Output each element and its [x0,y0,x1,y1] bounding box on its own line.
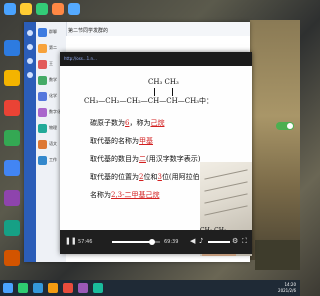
taskbar: 14:20 2021/2/6 [0,280,300,296]
play-pause-icon[interactable]: ❚❚ [65,238,77,245]
desktop-icon-4[interactable] [52,3,64,15]
lesson-document: CH₃ CH₃ CH₃—CH₂—CH₂—CH—CH—CH₃中： 碳原子数为6，称… [60,66,252,256]
video-player: http://oss...1.n... CH₃ CH₃ CH₃—CH₂—CH₂—… [60,52,252,256]
desktop-app-icon[interactable] [4,160,20,176]
taskbar-app-icon[interactable] [18,283,28,293]
settings-icon[interactable]: ⚙ [232,238,238,245]
seek-bar[interactable] [112,239,160,245]
taskbar-app-icon[interactable] [78,283,88,293]
taskbar-clock[interactable]: 14:20 2021/2/6 [278,282,296,294]
volume-icon[interactable]: ♪ [199,238,203,245]
rewind-icon[interactable]: ◀ [190,238,195,245]
list-item-name: 群聊 [49,29,57,34]
question-text: 取代基的位置为 [90,173,139,181]
question-line: 取代基的位置为2位和3位(用阿拉伯 [90,172,200,182]
notebook-line [204,169,248,180]
answer-text: 2,3-二甲基己烷 [111,191,160,199]
chat-nav-bar [24,22,36,262]
desktop-app-icon[interactable] [4,250,20,266]
answer-text: 己烷 [150,119,165,127]
desktop-app-icon[interactable] [4,220,20,236]
player-title-bar[interactable]: http://oss...1.n... [60,52,252,66]
question-text: (用汉字数字表示) [146,155,201,163]
contacts-icon[interactable] [27,58,33,64]
desktop-icons [0,0,24,280]
question-line: 取代基的名称为甲基 [90,136,153,146]
question-line: 取代基的数目为二(用汉字数字表示) [90,154,200,164]
clock-date: 2021/2/6 [278,288,296,293]
avatar [38,44,47,53]
taskbar-app-icon[interactable] [63,283,73,293]
fullscreen-icon[interactable]: ⛶ [242,238,247,245]
wallpaper-tree [255,240,300,270]
current-time: 57:46 [78,239,93,245]
desktop-app-icon[interactable] [4,100,20,116]
start-icon[interactable] [3,283,13,293]
notebook-line [204,193,248,204]
volume-slider[interactable] [208,241,230,243]
seek-progress [112,241,152,243]
notebook-line [204,205,248,216]
question-text: 位(用阿拉伯 [161,173,200,181]
list-item[interactable]: 群聊 [38,26,64,40]
avatar[interactable] [27,30,33,36]
seek-handle[interactable] [148,239,155,245]
player-url: http://oss...1.n... [64,56,97,61]
avatar [38,140,47,149]
avatar [38,124,47,133]
avatar [38,76,47,85]
question-line: 碳原子数为6，称为己烷 [90,118,164,128]
answer-text: 二 [139,155,146,163]
avatar [38,92,47,101]
question-text: 取代基的名称为 [90,137,139,145]
desktop-app-icon[interactable] [4,70,20,86]
taskbar-app-icon[interactable] [93,283,103,293]
avatar [38,156,47,165]
taskbar-app-icon[interactable] [48,283,58,293]
desktop-icon-3[interactable] [36,3,48,15]
wallpaper-castle [250,20,300,260]
bond-line [172,88,173,96]
apps-icon[interactable] [27,72,33,78]
question-text: 取代基的数目为 [90,155,139,163]
message-icon[interactable] [27,44,33,50]
question-text: 位和 [143,173,158,181]
answer-text: 甲基 [139,137,153,145]
notebook-line [204,181,248,192]
avatar [38,28,47,37]
taskbar-app-icon[interactable] [33,283,43,293]
player-controls: ❚❚ 57:46 69:39 ◀ ♪ ⚙ ⛶ [60,230,252,254]
avatar [38,60,47,69]
structure-branches: CH₃ CH₃ [148,78,179,86]
structure-formula: CH₃—CH₂—CH₂—CH—CH—CH₃中： [84,97,213,105]
chat-title: 第二节同学发群的 [68,28,109,34]
desktop-app-icon[interactable] [4,130,20,146]
total-time: 69:39 [164,239,179,245]
question-line: 名称为2,3-二甲基己烷 [90,190,160,200]
bond-line [154,88,155,96]
desktop-app-icon[interactable] [4,40,20,56]
list-item-name: 第二 [49,45,57,50]
desktop-app-icon[interactable] [4,190,20,206]
question-text: ，称为 [129,119,151,127]
avatar [38,108,47,117]
toggle-widget[interactable] [276,122,294,130]
desktop-icon-5[interactable] [68,3,80,15]
question-text: 碳原子数为 [90,119,125,127]
question-text: 名称为 [90,191,111,199]
